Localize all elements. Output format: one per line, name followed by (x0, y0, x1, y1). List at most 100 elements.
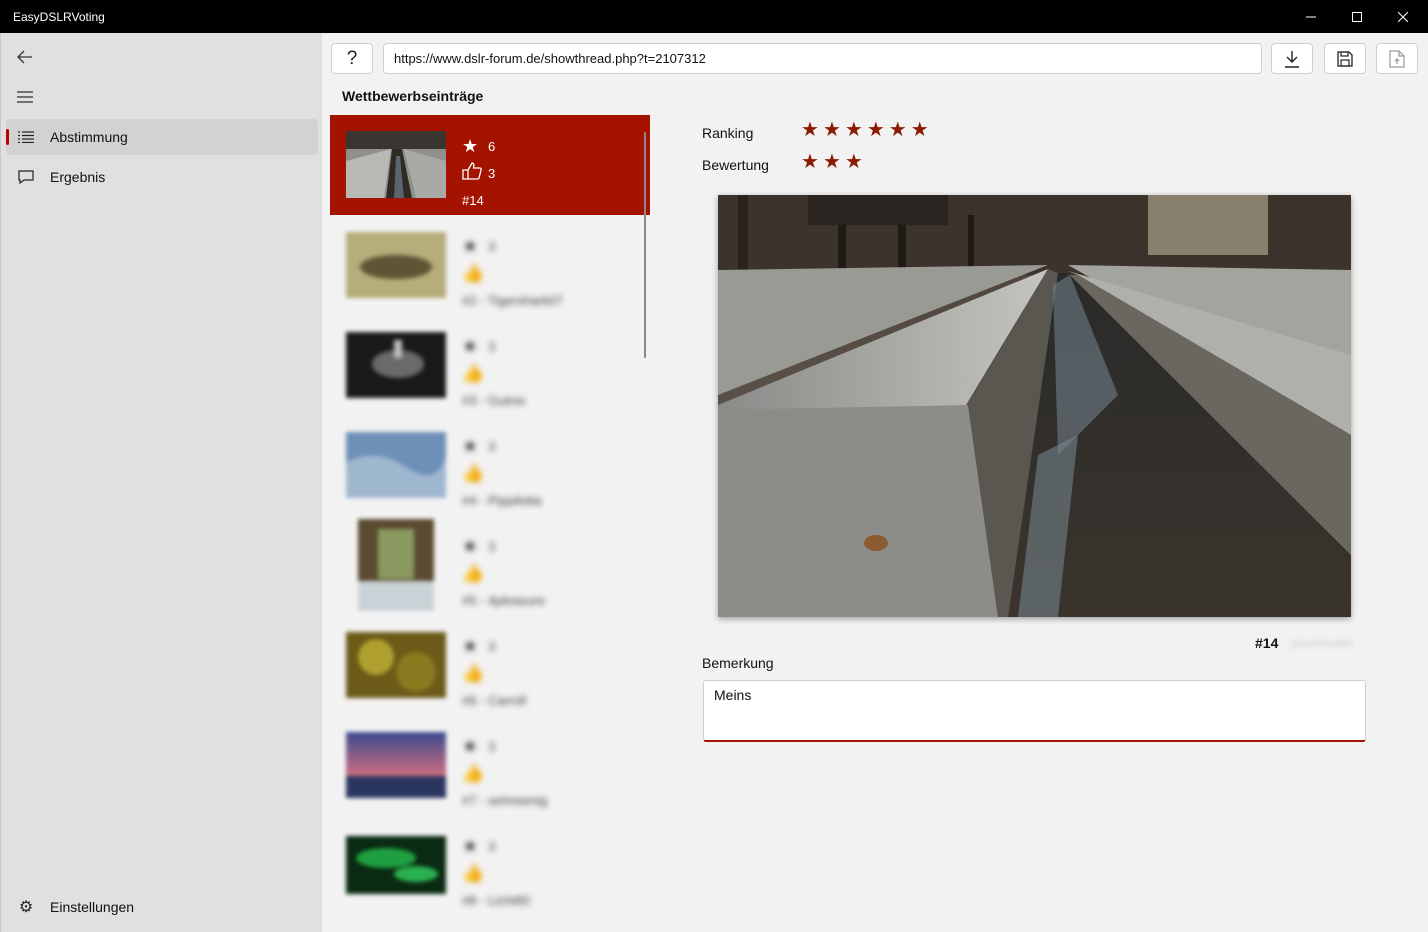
maximize-icon (1352, 11, 1362, 22)
entry-thumbnail (346, 836, 446, 894)
star-icon[interactable]: ★ (867, 117, 885, 142)
entry-photo (718, 195, 1351, 617)
thumbs-up-icon: 👍 (462, 263, 485, 283)
entry-thumbnail (346, 732, 446, 798)
star-icon[interactable]: ★ (801, 117, 819, 142)
star-icon[interactable]: ★ (911, 117, 929, 142)
thumbs-up-icon: 👍 (462, 463, 485, 483)
entry-meta: ★ 3 👍 #5 - 4pleasure (462, 533, 545, 614)
entry-label: #3 - Gutnix (462, 393, 526, 408)
list-item[interactable]: ★ 3 👍 #6 - Carroll (330, 615, 650, 715)
list-icon (6, 131, 46, 143)
hamburger-icon (17, 91, 33, 103)
entry-meta: ★ 3 👍 #3 - Gutnix (462, 333, 526, 414)
image-author: pixelmaster (1292, 636, 1354, 650)
ranking-count: 3 (488, 839, 496, 854)
star-icon[interactable]: ★ (845, 117, 863, 142)
close-button[interactable] (1380, 0, 1426, 33)
star-icon: ★ (462, 136, 479, 156)
star-icon[interactable]: ★ (823, 149, 841, 174)
list-item[interactable]: ★ 6 3 #14 (330, 115, 650, 215)
star-icon: ★ (462, 836, 479, 856)
nav-item-label: Einstellungen (50, 899, 135, 915)
entry-label: #14 (462, 193, 484, 208)
thumbs-up-icon: 👍 (462, 563, 485, 583)
navigation-pane: Abstimmung Ergebnis ⚙ Einstellungen (0, 33, 322, 932)
back-arrow-icon (17, 50, 32, 64)
star-icon[interactable]: ★ (889, 117, 907, 142)
entry-label: #4 - Pippilotta (462, 493, 542, 508)
nav-item-einstellungen[interactable]: ⚙ Einstellungen (6, 889, 318, 925)
back-button[interactable] (1, 37, 49, 77)
entry-thumbnail (346, 632, 446, 698)
star-icon[interactable]: ★ (801, 149, 819, 174)
ranking-count: 3 (488, 539, 496, 554)
star-icon[interactable]: ★ (823, 117, 841, 142)
entry-meta: ★ 3 👍 #7 - sehrwenig (462, 733, 547, 814)
url-input[interactable] (383, 43, 1262, 74)
rating-stars[interactable]: ★ ★ ★ (801, 149, 863, 174)
thumbs-up-icon: 👍 (462, 363, 485, 383)
help-button[interactable]: ? (331, 43, 373, 74)
entries-title: Wettbewerbseinträge (342, 88, 484, 104)
close-icon (1398, 11, 1408, 22)
list-item[interactable]: ★ 3 👍 #3 - Gutnix (330, 315, 650, 415)
ranking-count: 6 (488, 139, 496, 154)
image-number: #14 (1255, 635, 1279, 651)
selection-indicator (6, 129, 9, 145)
nav-item-abstimmung[interactable]: Abstimmung (6, 119, 318, 155)
comment-icon (6, 170, 46, 184)
minimize-button[interactable] (1288, 0, 1334, 33)
list-item[interactable]: ★ 3 👍 #5 - 4pleasure (330, 515, 650, 615)
nav-item-label: Ergebnis (50, 169, 106, 185)
title-bar: EasyDSLRVoting (0, 0, 1428, 33)
save-button[interactable] (1324, 43, 1366, 74)
ranking-count: 3 (488, 339, 496, 354)
download-button[interactable] (1271, 43, 1313, 74)
likes-count: 3 (488, 166, 496, 181)
entry-label: #7 - sehrwenig (462, 793, 548, 808)
list-item[interactable]: ★ 3 👍 #2 - Tigershark07 (330, 215, 650, 315)
star-icon: ★ (462, 536, 479, 556)
save-icon (1337, 50, 1353, 67)
list-item[interactable]: ★ 3 👍 #7 - sehrwenig (330, 715, 650, 815)
list-scrollbar[interactable] (644, 132, 646, 358)
list-item[interactable]: ★ 3 👍 #4 - Pippilotta (330, 415, 650, 515)
app-title: EasyDSLRVoting (13, 10, 105, 24)
export-button[interactable] (1376, 43, 1418, 74)
entry-meta: ★ 3 👍 #2 - Tigershark07 (462, 233, 563, 314)
entry-thumbnail (346, 432, 446, 498)
entry-thumbnail (346, 232, 446, 298)
star-icon: ★ (462, 336, 479, 356)
remark-input[interactable]: Meins (703, 680, 1366, 742)
thumbs-up-icon (462, 162, 488, 185)
entry-meta: ★ 3 👍 #8 - Licht80 (462, 833, 530, 914)
nav-item-ergebnis[interactable]: Ergebnis (6, 159, 318, 195)
star-icon: ★ (462, 236, 479, 256)
maximize-button[interactable] (1334, 0, 1380, 33)
question-icon: ? (346, 47, 358, 69)
export-file-icon (1389, 49, 1405, 68)
hamburger-menu-button[interactable] (1, 77, 49, 117)
entry-label: #5 - 4pleasure (462, 593, 546, 608)
entry-meta: ★ 3 👍 #6 - Carroll (462, 633, 526, 714)
entry-thumbnail (358, 519, 434, 611)
ranking-label: Ranking (702, 125, 754, 141)
remark-label: Bemerkung (702, 655, 774, 671)
entry-label: #2 - Tigershark07 (462, 293, 564, 308)
entry-label: #8 - Licht80 (462, 893, 530, 908)
entry-thumbnail (346, 332, 446, 398)
ranking-count: 3 (488, 639, 496, 654)
star-icon: ★ (462, 436, 479, 456)
thumbs-up-icon: 👍 (462, 763, 485, 783)
ranking-count: 3 (488, 439, 496, 454)
entry-meta: ★ 6 3 #14 (462, 133, 495, 214)
entry-label: #6 - Carroll (462, 693, 527, 708)
list-item[interactable]: ★ 3 👍 #8 - Licht80 (330, 815, 650, 915)
rating-label: Bewertung (702, 157, 769, 173)
star-icon: ★ (462, 736, 479, 756)
star-icon: ★ (462, 636, 479, 656)
star-icon[interactable]: ★ (845, 149, 863, 174)
ranking-stars[interactable]: ★ ★ ★ ★ ★ ★ (801, 117, 929, 142)
entries-list[interactable]: ★ 6 3 #14 ★ 3 👍 #2 - Tigershark07 ★ 3 👍 #3 (330, 115, 650, 932)
